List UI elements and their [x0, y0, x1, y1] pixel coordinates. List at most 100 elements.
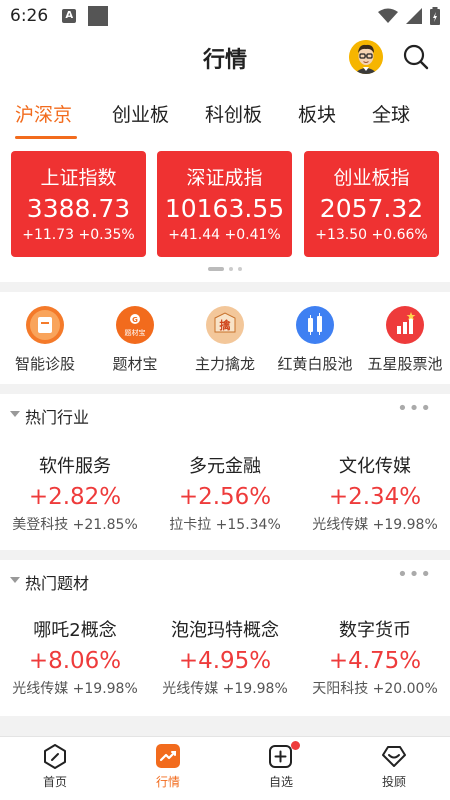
nav-label: 自选 — [268, 775, 293, 789]
more-options-icon[interactable]: ••• — [397, 398, 432, 419]
section-title: 热门行业 — [25, 408, 90, 427]
leading-stock: 天阳科技 — [312, 681, 369, 697]
nav-label: 首页 — [42, 775, 67, 789]
industry-item[interactable]: 文化传媒 +2.34% 光线传媒 +19.98% — [300, 452, 450, 534]
tab-chinext[interactable]: 创业板 — [112, 100, 169, 127]
hot-industries-section: 热门行业 ••• 软件服务 +2.82% 美登科技 +21.85% 多元金融 +… — [0, 394, 450, 550]
search-icon — [403, 44, 429, 70]
nav-label: 投顾 — [381, 775, 406, 789]
collapse-arrow-icon[interactable] — [10, 411, 20, 417]
wifi-icon — [378, 8, 398, 23]
theme-name: 泡泡玛特概念 — [171, 620, 279, 641]
tool-theme-treasure[interactable]: G 题材宝 题材宝 — [90, 306, 180, 374]
tool-label: 题材宝 — [112, 355, 158, 373]
leading-stock-pct: +19.98% — [72, 681, 138, 697]
nav-advisor[interactable]: 投顾 — [354, 743, 434, 790]
carousel-dot — [238, 267, 242, 271]
index-pct: +0.41% — [224, 227, 281, 243]
index-pct: +0.66% — [371, 227, 428, 243]
theme-pct: +8.06% — [28, 648, 122, 674]
leading-stock-pct: +15.34% — [215, 517, 281, 533]
tab-active-indicator — [15, 136, 77, 139]
industry-item[interactable]: 多元金融 +2.56% 拉卡拉 +15.34% — [150, 452, 300, 534]
industry-name: 软件服务 — [39, 456, 111, 477]
nav-home[interactable]: 首页 — [15, 743, 95, 790]
svg-text:擒: 擒 — [220, 318, 231, 332]
index-cards: 上证指数 3388.73 +11.73 +0.35% 深证成指 10163.55… — [0, 140, 450, 282]
collapse-arrow-icon[interactable] — [10, 577, 20, 583]
app-header: 行情 — [0, 32, 450, 84]
carousel-dot-active — [208, 267, 224, 271]
tool-stock-pool[interactable]: 红黄白股池 — [270, 306, 360, 374]
index-change: +13.50 — [315, 227, 368, 243]
section-title: 热门题材 — [25, 574, 90, 593]
advisor-icon — [381, 743, 407, 769]
avatar[interactable] — [349, 40, 383, 74]
tool-smart-diagnose[interactable]: 智能诊股 — [0, 306, 90, 374]
bottom-nav: 首页 行情 自选 投顾 — [0, 736, 450, 800]
theme-item[interactable]: 哪吒2概念 +8.06% 光线传媒 +19.98% — [0, 616, 150, 698]
five-star-icon — [386, 306, 424, 344]
index-change: +11.73 — [22, 227, 75, 243]
nav-watchlist[interactable]: 自选 — [241, 741, 321, 790]
tab-sector[interactable]: 板块 — [298, 100, 336, 127]
index-value: 2057.32 — [319, 194, 424, 223]
tool-label: 红黄白股池 — [277, 355, 353, 373]
svg-text:题材宝: 题材宝 — [125, 328, 146, 337]
leading-stock-pct: +21.85% — [72, 517, 138, 533]
theme-name: 哪吒2概念 — [33, 620, 117, 641]
status-bar: 6:26 A — [0, 0, 450, 32]
avatar-face-icon — [349, 40, 383, 74]
index-change: +41.44 — [168, 227, 221, 243]
theme-pct: +4.75% — [328, 648, 422, 674]
theme-pct: +4.95% — [178, 648, 272, 674]
index-card-chinext[interactable]: 创业板指 2057.32 +13.50 +0.66% — [304, 151, 439, 257]
index-name: 深证成指 — [186, 167, 263, 189]
diagnose-icon — [26, 306, 64, 344]
home-icon — [42, 743, 68, 769]
stock-pool-icon — [296, 306, 334, 344]
notification-a-icon: A — [62, 9, 77, 23]
tab-star-market[interactable]: 科创板 — [205, 100, 262, 127]
industry-pct: +2.82% — [28, 484, 122, 510]
tool-label: 主力擒龙 — [194, 355, 255, 373]
theme-treasure-icon: G 题材宝 — [116, 306, 154, 344]
index-name: 上证指数 — [40, 167, 117, 189]
leading-stock-pct: +19.98% — [222, 681, 288, 697]
leading-stock: 光线传媒 — [162, 681, 219, 697]
theme-item[interactable]: 泡泡玛特概念 +4.95% 光线传媒 +19.98% — [150, 616, 300, 698]
leading-stock-pct: +20.00% — [372, 681, 438, 697]
index-card-shanghai[interactable]: 上证指数 3388.73 +11.73 +0.35% — [11, 151, 146, 257]
leading-stock: 光线传媒 — [312, 517, 369, 533]
tool-dragon-catch[interactable]: 擒 主力擒龙 — [180, 306, 270, 374]
industry-item[interactable]: 软件服务 +2.82% 美登科技 +21.85% — [0, 452, 150, 534]
tool-five-star-pool[interactable]: 五星股票池 — [360, 306, 450, 374]
tab-global[interactable]: 全球 — [372, 100, 410, 127]
industry-name: 文化传媒 — [339, 456, 411, 477]
hot-themes-header[interactable]: 热门题材 ••• — [0, 560, 450, 600]
industry-pct: +2.34% — [328, 484, 422, 510]
carousel-indicator — [0, 267, 450, 271]
theme-name: 数字货币 — [339, 620, 411, 641]
nav-market[interactable]: 行情 — [128, 743, 208, 790]
hot-themes-section: 热门题材 ••• 哪吒2概念 +8.06% 光线传媒 +19.98% 泡泡玛特概… — [0, 560, 450, 716]
tool-label: 五星股票池 — [367, 355, 443, 373]
theme-item[interactable]: 数字货币 +4.75% 天阳科技 +20.00% — [300, 616, 450, 698]
carousel-dot — [229, 267, 233, 271]
more-options-icon[interactable]: ••• — [397, 564, 432, 585]
battery-icon — [430, 7, 440, 25]
leading-stock: 美登科技 — [12, 517, 69, 533]
index-card-shenzhen[interactable]: 深证成指 10163.55 +41.44 +0.41% — [157, 151, 292, 257]
market-tabs: 沪深京 创业板 科创板 板块 全球 — [0, 84, 450, 140]
tool-label: 智能诊股 — [14, 355, 75, 373]
index-value: 10163.55 — [164, 194, 285, 223]
status-time: 6:26 — [10, 6, 49, 26]
leading-stock-pct: +19.98% — [372, 517, 438, 533]
index-value: 3388.73 — [26, 194, 131, 223]
leading-stock: 光线传媒 — [12, 681, 69, 697]
hot-industries-header[interactable]: 热门行业 ••• — [0, 394, 450, 434]
leading-stock: 拉卡拉 — [169, 517, 212, 533]
search-button[interactable] — [402, 43, 430, 71]
tab-hushen[interactable]: 沪深京 — [15, 100, 72, 127]
industry-pct: +2.56% — [178, 484, 272, 510]
